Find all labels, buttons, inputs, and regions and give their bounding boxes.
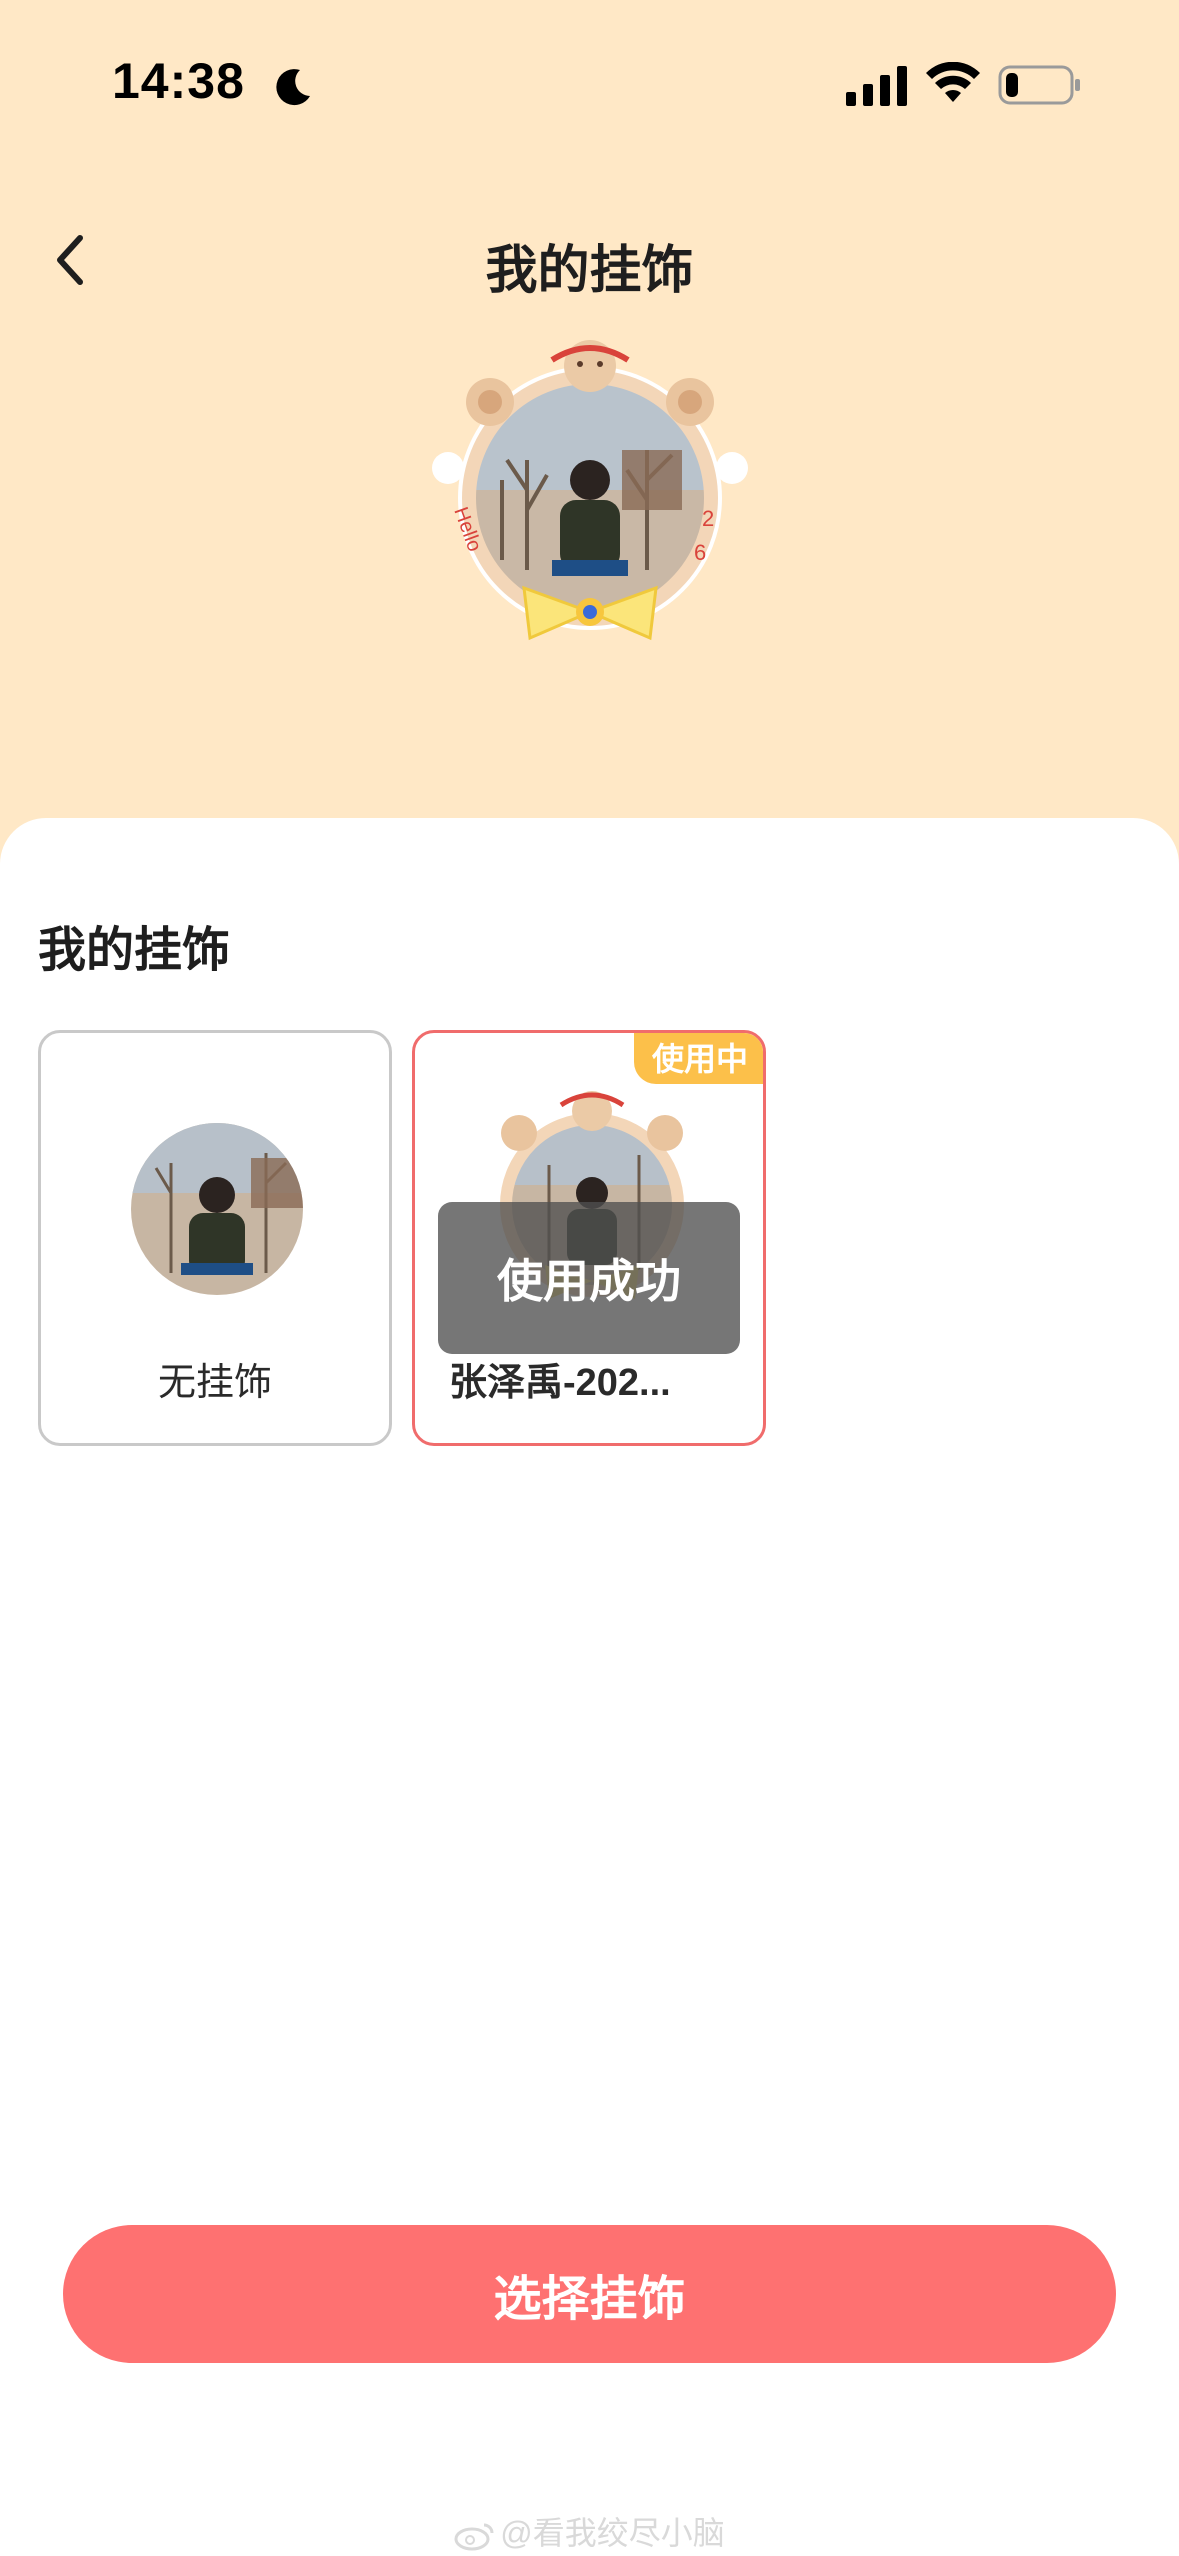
pendant-card-none[interactable]: 无挂饰 bbox=[38, 1030, 392, 1446]
moon-icon bbox=[276, 69, 310, 106]
cellular-signal-icon bbox=[846, 66, 907, 106]
status-bar: 14:38 bbox=[0, 0, 1179, 170]
svg-text:2: 2 bbox=[702, 506, 714, 531]
card-label: 张泽禹-202... bbox=[449, 1362, 671, 1404]
screen: 14:38 我的挂饰 Hello 2 6 我的挂饰 无挂饰 使用中 张泽禹-20… bbox=[0, 0, 1179, 2556]
battery-icon bbox=[998, 65, 1080, 105]
select-pendant-button[interactable]: 选择挂饰 bbox=[63, 2225, 1116, 2363]
avatar bbox=[131, 1123, 303, 1295]
wifi-icon bbox=[926, 62, 980, 102]
weibo-icon bbox=[454, 2523, 494, 2551]
current-avatar-with-pendant: Hello 2 6 bbox=[432, 340, 748, 641]
page-title: 我的挂饰 bbox=[485, 242, 694, 300]
svg-text:6: 6 bbox=[694, 540, 706, 565]
status-time: 14:38 bbox=[112, 53, 245, 109]
in-use-badge: 使用中 bbox=[634, 1033, 763, 1084]
watermark-text: @看我绞尽小脑 bbox=[500, 2515, 725, 2551]
watermark: @看我绞尽小脑 bbox=[0, 2508, 1179, 2554]
section-title: 我的挂饰 bbox=[38, 924, 231, 977]
card-label: 无挂饰 bbox=[157, 1362, 272, 1404]
success-toast: 使用成功 bbox=[438, 1202, 740, 1354]
